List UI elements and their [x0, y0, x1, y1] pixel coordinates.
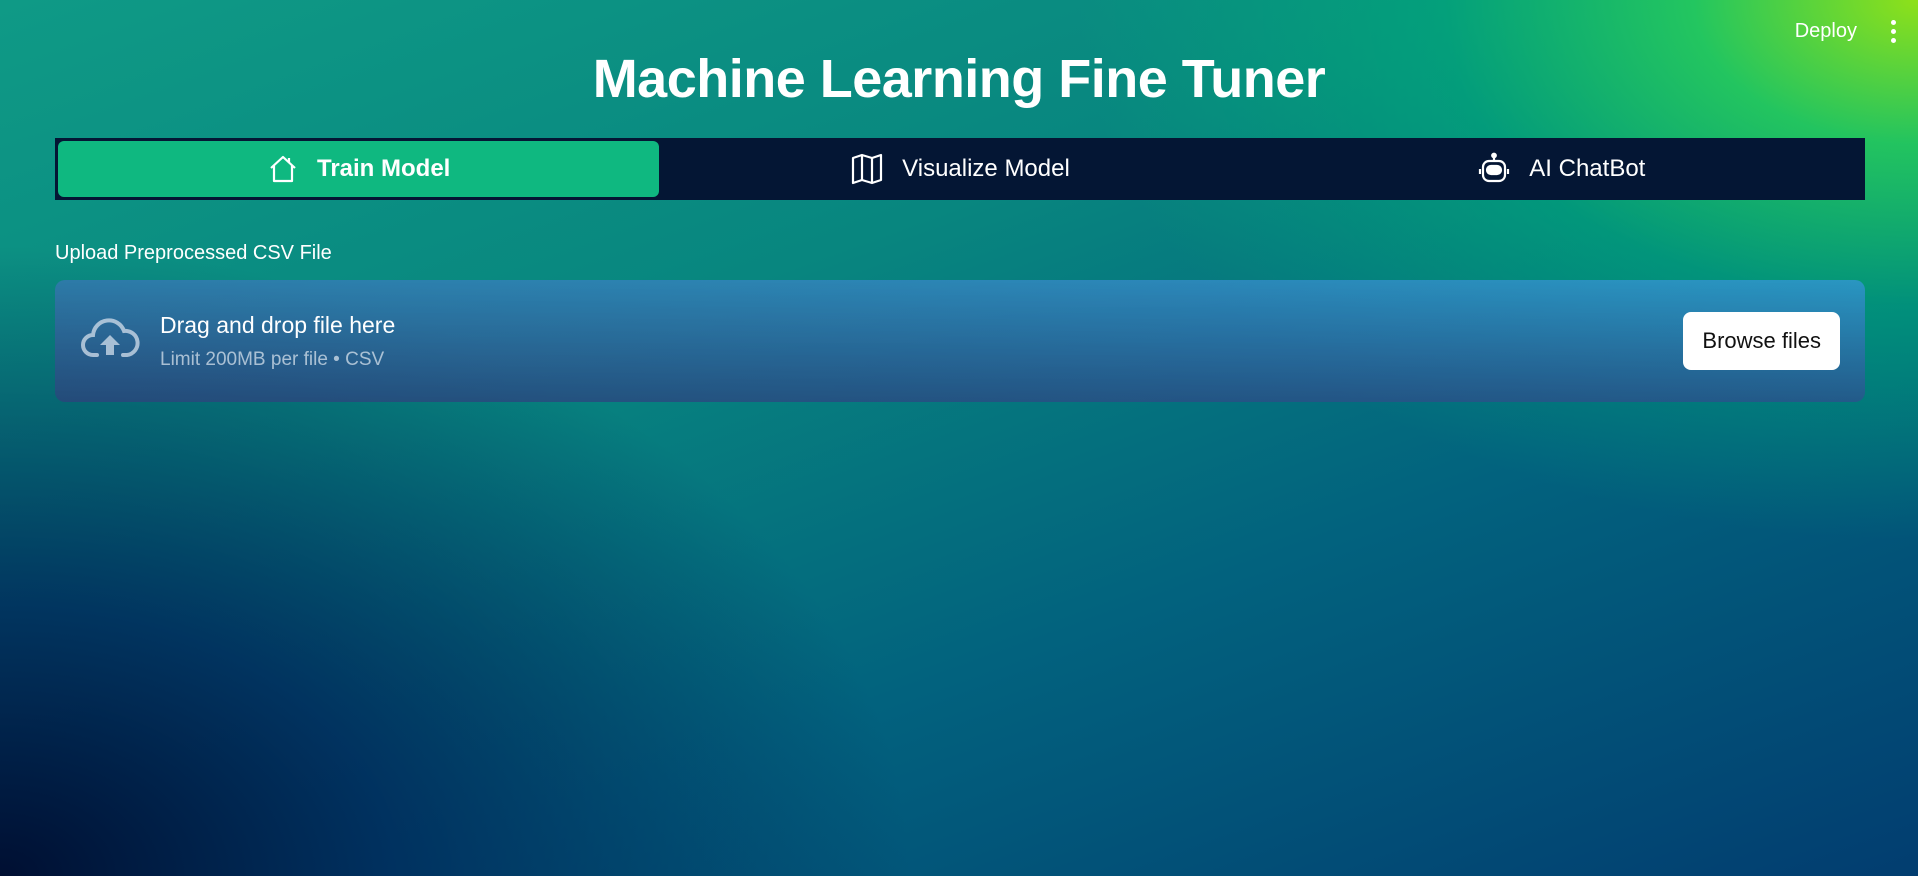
nav-menu: Train Model Visualize Model AI ChatBot: [55, 138, 1865, 200]
browse-files-button[interactable]: Browse files: [1683, 312, 1840, 370]
tab-label: AI ChatBot: [1529, 155, 1646, 182]
dropzone-subtitle: Limit 200MB per file • CSV: [160, 348, 385, 370]
home-icon: [267, 153, 299, 185]
dropzone-text: Drag and drop file here Limit 200MB per …: [160, 312, 1683, 371]
tab-ai-chatbot[interactable]: AI ChatBot: [1261, 141, 1862, 197]
map-icon: [850, 152, 884, 186]
deploy-button[interactable]: Deploy: [1795, 20, 1857, 43]
page-title: Machine Learning Fine Tuner: [592, 49, 1326, 109]
file-dropzone[interactable]: Drag and drop file here Limit 200MB per …: [55, 280, 1865, 402]
cloud-upload-icon: [80, 311, 140, 371]
tab-visualize-model[interactable]: Visualize Model: [659, 141, 1260, 197]
tab-label: Visualize Model: [902, 155, 1070, 182]
tab-label: Train Model: [316, 155, 451, 182]
tab-train-model[interactable]: Train Model: [58, 141, 660, 197]
top-toolbar: Deploy: [1795, 18, 1900, 45]
upload-label: Upload Preprocessed CSV File: [55, 242, 332, 264]
robot-icon: [1477, 152, 1511, 186]
more-vertical-icon[interactable]: [1887, 18, 1900, 45]
dropzone-title: Drag and drop file here: [160, 311, 396, 338]
